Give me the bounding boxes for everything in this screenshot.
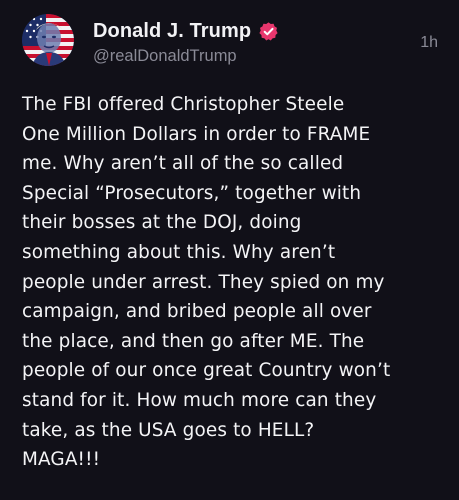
post-timestamp[interactable]: 1h xyxy=(420,34,438,52)
post-card: Donald J. Trump @realDonaldTrump 1h The … xyxy=(0,0,459,500)
author-name-row[interactable]: Donald J. Trump xyxy=(93,18,279,44)
author-avatar[interactable] xyxy=(22,14,74,66)
verified-badge-icon xyxy=(258,21,279,42)
author-display-name[interactable]: Donald J. Trump xyxy=(93,20,251,43)
portrait-flag-avatar-icon xyxy=(22,14,74,66)
author-handle[interactable]: @realDonaldTrump xyxy=(93,47,237,66)
post-body-text: The FBI offered Christopher Steele One M… xyxy=(22,94,391,471)
